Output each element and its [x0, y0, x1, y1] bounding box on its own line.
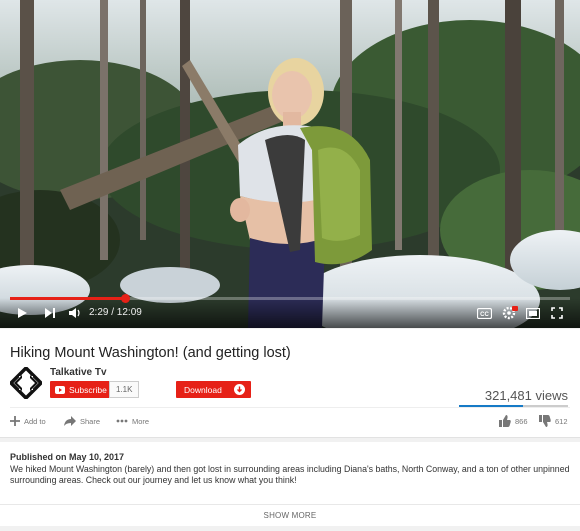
next-button[interactable]: [40, 304, 60, 322]
plus-icon: [10, 416, 20, 426]
publish-date: Published on May 10, 2017: [10, 452, 125, 462]
download-arrow-icon: [234, 384, 245, 395]
next-icon: [45, 308, 55, 318]
player-controls-bar: 2:29 / 12:09 CC: [0, 294, 580, 328]
like-button[interactable]: 866: [499, 414, 528, 428]
video-player[interactable]: 2:29 / 12:09 CC: [0, 0, 580, 328]
fullscreen-button[interactable]: [548, 304, 566, 322]
channel-logo[interactable]: [10, 367, 42, 399]
description-divider: [0, 504, 580, 505]
volume-icon: [68, 308, 80, 318]
miniplayer-button[interactable]: [524, 304, 542, 322]
svg-text:CC: CC: [480, 312, 489, 318]
more-dots-icon: [116, 419, 128, 423]
share-label: Share: [80, 416, 101, 426]
dislike-button[interactable]: 612: [539, 414, 568, 428]
progress-played: [10, 297, 125, 300]
add-to-label: Add to: [24, 416, 46, 426]
share-icon: [64, 416, 76, 426]
thumbs-up-icon: [499, 415, 511, 427]
dislike-count: 612: [555, 416, 568, 426]
time-display: 2:29 / 12:09: [89, 307, 142, 318]
subscribe-button[interactable]: Subscribe: [50, 381, 113, 398]
view-count: 321,481 views: [484, 388, 568, 403]
video-watch-page: 2:29 / 12:09 CC Hiking Mount Washington!…: [0, 0, 580, 531]
info-divider: [10, 407, 570, 408]
settings-icon: [502, 306, 518, 320]
youtube-play-icon: [55, 385, 65, 394]
thumbs-down-icon: [539, 415, 551, 427]
settings-button[interactable]: [500, 304, 520, 322]
channel-name[interactable]: Talkative Tv: [50, 367, 107, 378]
volume-button[interactable]: [64, 304, 84, 322]
video-info-card: Hiking Mount Washington! (and getting lo…: [0, 329, 580, 438]
captions-icon: CC: [476, 307, 492, 319]
play-icon: [18, 308, 27, 318]
play-button[interactable]: [12, 304, 32, 322]
more-label: More: [132, 416, 150, 426]
miniplayer-icon: [526, 307, 540, 319]
video-frame[interactable]: [0, 0, 580, 328]
progress-scrubber[interactable]: [120, 294, 130, 303]
share-button[interactable]: Share: [64, 414, 100, 428]
add-to-button[interactable]: Add to: [10, 414, 46, 428]
description-text: We hiked Mount Washington (barely) and t…: [10, 464, 570, 485]
subscribe-label: Subscribe: [69, 384, 107, 395]
more-button[interactable]: More: [116, 414, 149, 428]
description-card: Published on May 10, 2017 We hiked Mount…: [0, 442, 580, 526]
download-button[interactable]: Download: [176, 381, 251, 398]
progress-bar[interactable]: [10, 294, 570, 303]
captions-button[interactable]: CC: [475, 304, 493, 322]
show-more-button[interactable]: SHOW MORE: [0, 511, 580, 520]
download-label: Download: [184, 384, 222, 395]
video-title: Hiking Mount Washington! (and getting lo…: [10, 345, 291, 361]
subscriber-count: 1.1K: [109, 381, 140, 398]
fullscreen-icon: [551, 307, 563, 319]
like-count: 866: [515, 416, 528, 426]
